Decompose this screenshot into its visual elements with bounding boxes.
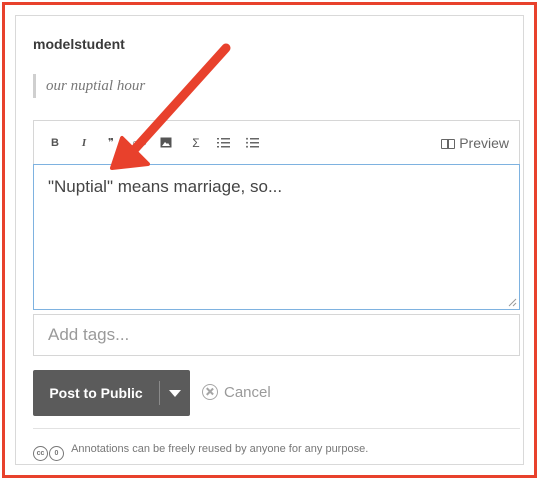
bullet-list-button[interactable] — [246, 133, 260, 153]
username[interactable]: modelstudent — [33, 36, 125, 52]
link-icon: ⊂⊃ — [132, 138, 148, 148]
divider — [33, 428, 520, 429]
link-button[interactable]: ⊂⊃ — [132, 133, 147, 153]
annotation-card: modelstudent our nuptial hour B I ❞ ⊂⊃ Σ — [15, 15, 524, 465]
bullet-list-icon — [246, 137, 259, 148]
license-text: Annotations can be freely reused by anyo… — [71, 443, 369, 455]
image-icon — [160, 137, 172, 148]
italic-button[interactable]: I — [77, 133, 91, 153]
numbered-list-icon — [217, 138, 230, 148]
preview-button[interactable]: Preview — [441, 133, 509, 153]
privacy-dropdown-icon[interactable] — [160, 370, 190, 416]
cancel-label: Cancel — [224, 384, 271, 401]
quote-icon: ❞ — [108, 137, 114, 149]
preview-label: Preview — [459, 135, 509, 151]
creative-commons-icon[interactable]: cc — [33, 446, 48, 461]
editor-toolbar: B I ❞ ⊂⊃ Σ Preview — [33, 120, 520, 164]
preview-icon — [441, 139, 456, 149]
cc-zero-icon[interactable]: 0 — [49, 446, 64, 461]
tags-input[interactable] — [33, 314, 520, 356]
post-button-group: Post to Public — [33, 370, 190, 416]
sigma-icon: Σ — [192, 136, 200, 150]
quote-button[interactable]: ❞ — [104, 133, 118, 153]
bold-button[interactable]: B — [48, 133, 62, 153]
resize-grip-icon[interactable] — [508, 298, 517, 307]
post-to-public-button[interactable]: Post to Public — [33, 370, 159, 416]
highlight-frame: modelstudent our nuptial hour B I ❞ ⊂⊃ Σ — [2, 2, 537, 478]
close-circle-icon — [202, 384, 218, 400]
numbered-list-button[interactable] — [217, 133, 231, 153]
math-button[interactable]: Σ — [189, 133, 203, 153]
annotation-textarea[interactable]: "Nuptial" means marriage, so... — [33, 164, 520, 310]
quoted-text: our nuptial hour — [33, 74, 145, 98]
image-button[interactable] — [160, 133, 174, 153]
annotation-editor: B I ❞ ⊂⊃ Σ Preview "Nuptial" means marri… — [33, 120, 520, 310]
cancel-button[interactable]: Cancel — [202, 382, 271, 404]
license-notice: cc 0 Annotations can be freely reused by … — [33, 440, 369, 461]
